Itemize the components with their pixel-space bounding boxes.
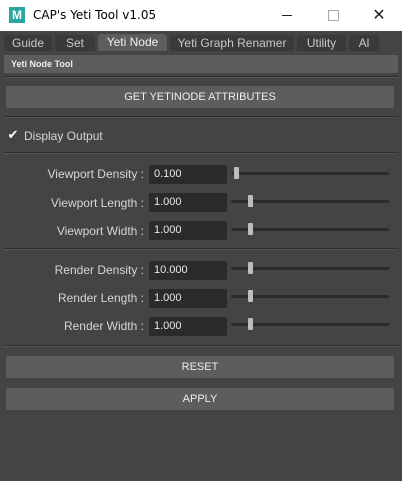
- render-length-slider[interactable]: [231, 290, 389, 302]
- viewport-length-field[interactable]: [149, 193, 227, 212]
- minimize-icon: [282, 15, 292, 17]
- title-bar: M CAP's Yeti Tool v1.05 ✕: [0, 0, 402, 31]
- close-button[interactable]: ✕: [356, 0, 402, 31]
- tab-utility[interactable]: Utility: [297, 35, 346, 52]
- slider-handle[interactable]: [248, 318, 253, 330]
- tab-yeti-node[interactable]: Yeti Node: [98, 34, 167, 52]
- viewport-density-slider[interactable]: [231, 167, 389, 179]
- maximize-icon: [327, 10, 339, 22]
- slider-handle[interactable]: [248, 262, 253, 274]
- viewport-density-label: Viewport Density :: [47, 167, 145, 181]
- slider-handle[interactable]: [248, 290, 253, 302]
- divider: [4, 345, 398, 347]
- render-length-field[interactable]: [149, 289, 227, 308]
- viewport-width-slider[interactable]: [231, 223, 389, 235]
- divider: [4, 152, 398, 154]
- get-attributes-button[interactable]: GET YETINODE ATTRIBUTES: [6, 86, 394, 108]
- render-width-field[interactable]: [149, 317, 227, 336]
- tab-guide[interactable]: Guide: [4, 35, 52, 52]
- viewport-width-label: Viewport Width :: [56, 224, 144, 238]
- display-output-label: Display Output: [24, 129, 103, 143]
- viewport-length-slider[interactable]: [231, 195, 389, 207]
- tab-yeti-graph-renamer[interactable]: Yeti Graph Renamer: [170, 35, 294, 52]
- slider-handle[interactable]: [248, 195, 253, 207]
- yeti-node-panel: Yeti Node Tool GET YETINODE ATTRIBUTES ✔…: [0, 51, 402, 481]
- window-title: CAP's Yeti Tool v1.05: [33, 8, 157, 22]
- viewport-width-field[interactable]: [149, 221, 227, 240]
- maximize-button[interactable]: [310, 0, 356, 31]
- viewport-length-label: Viewport Length :: [50, 196, 144, 210]
- render-density-field[interactable]: [149, 261, 227, 280]
- divider: [4, 116, 398, 118]
- tab-set[interactable]: Set: [55, 35, 95, 52]
- reset-button[interactable]: RESET: [6, 356, 394, 378]
- viewport-density-field[interactable]: [149, 165, 227, 184]
- tab-bar: Guide Set Yeti Node Yeti Graph Renamer U…: [0, 31, 402, 52]
- render-length-label: Render Length :: [57, 291, 144, 305]
- divider: [4, 248, 398, 250]
- render-density-slider[interactable]: [231, 262, 389, 274]
- slider-handle[interactable]: [234, 167, 239, 179]
- display-output-checkbox[interactable]: ✔: [7, 127, 19, 142]
- minimize-button[interactable]: [264, 0, 310, 31]
- apply-button[interactable]: APPLY: [6, 388, 394, 410]
- divider: [4, 76, 398, 78]
- tab-al[interactable]: Al: [349, 35, 379, 52]
- render-width-slider[interactable]: [231, 318, 389, 330]
- maya-app-icon: M: [9, 7, 25, 23]
- render-width-label: Render Width :: [63, 319, 144, 333]
- section-header: Yeti Node Tool: [4, 55, 398, 73]
- slider-handle[interactable]: [248, 223, 253, 235]
- check-icon: ✔: [7, 127, 19, 142]
- render-density-label: Render Density :: [54, 263, 144, 277]
- close-icon: ✕: [372, 7, 386, 24]
